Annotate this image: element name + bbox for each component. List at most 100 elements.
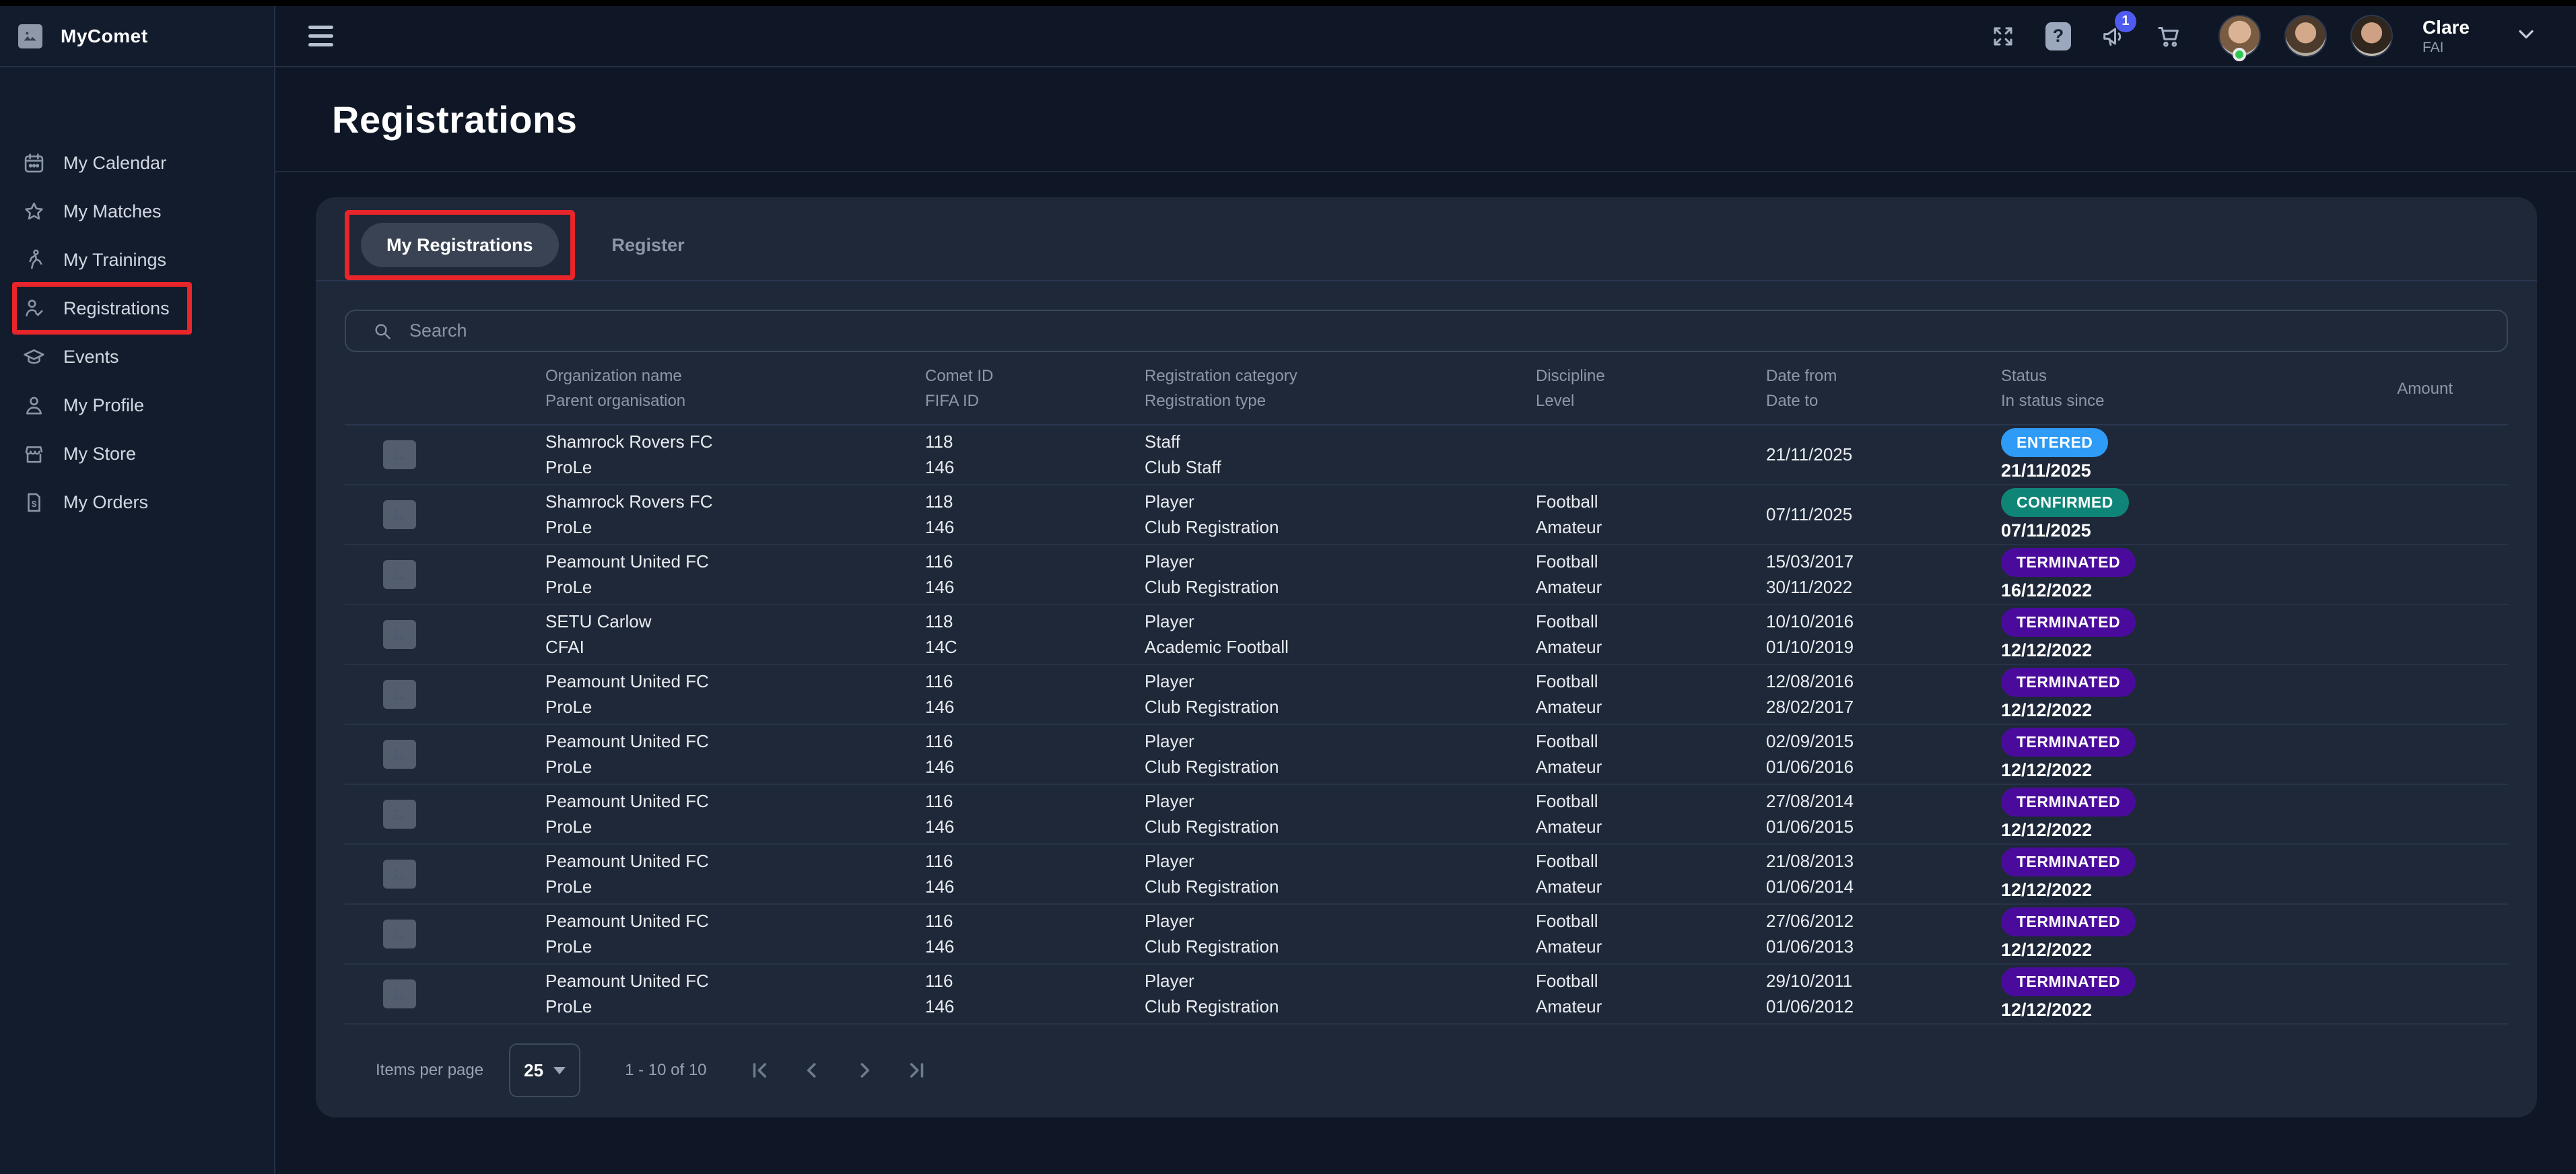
organization-cell: Peamount United FCProLe xyxy=(545,852,925,896)
next-page-button[interactable] xyxy=(852,1058,877,1082)
registrations-card: My Registrations Register Organization xyxy=(316,197,2537,1117)
chevron-down-icon[interactable] xyxy=(2514,22,2538,50)
sidebar-item-label: My Matches xyxy=(63,201,162,222)
comet-id-cell: 116146 xyxy=(925,672,1145,716)
announcements-icon[interactable]: 1 xyxy=(2099,22,2128,51)
table-row[interactable]: Peamount United FCProLe 116146 PlayerClu… xyxy=(345,545,2508,605)
discipline-cell: FootballAmateur xyxy=(1536,492,1766,537)
content: My Registrations Register Organization xyxy=(275,172,2576,1174)
status-cell: TERMINATED 12/12/2022 xyxy=(2001,907,2328,961)
status-cell: TERMINATED 12/12/2022 xyxy=(2001,848,2328,901)
status-badge: CONFIRMED xyxy=(2001,488,2129,517)
first-page-button[interactable] xyxy=(747,1058,772,1082)
items-per-page-label: Items per page xyxy=(376,1061,483,1080)
dates-cell: 27/06/201201/06/2013 xyxy=(1766,911,2001,956)
tab-register[interactable]: Register xyxy=(608,234,689,256)
avatar[interactable] xyxy=(2350,15,2393,57)
status-badge: TERMINATED xyxy=(2001,907,2136,936)
image-placeholder-icon xyxy=(383,680,416,709)
table-row[interactable]: Peamount United FCProLe 116146 PlayerClu… xyxy=(345,725,2508,785)
hamburger-menu-icon[interactable] xyxy=(308,26,333,46)
status-since-date: 07/11/2025 xyxy=(2001,521,2328,541)
status-cell: TERMINATED 12/12/2022 xyxy=(2001,608,2328,661)
sidebar-item-my-trainings[interactable]: My Trainings xyxy=(0,236,274,284)
status-badge: TERMINATED xyxy=(2001,967,2136,996)
registration-category-cell: PlayerClub Registration xyxy=(1145,911,1536,956)
status-since-date: 12/12/2022 xyxy=(2001,701,2328,721)
sidebar-item-my-calendar[interactable]: My Calendar xyxy=(0,139,274,187)
registration-category-cell: PlayerClub Registration xyxy=(1145,971,1536,1016)
avatar[interactable] xyxy=(2284,15,2327,57)
sidebar-header: MyComet xyxy=(0,6,274,67)
sidebar-item-events[interactable]: Events xyxy=(0,333,274,381)
status-since-date: 12/12/2022 xyxy=(2001,880,2328,901)
org-logo-cell xyxy=(345,500,545,529)
status-since-date: 12/12/2022 xyxy=(2001,940,2328,961)
user-info[interactable]: Clare FAI xyxy=(2422,16,2470,56)
registration-category-cell: StaffClub Staff xyxy=(1145,432,1536,477)
cart-icon[interactable] xyxy=(2154,22,2183,51)
status-cell: TERMINATED 12/12/2022 xyxy=(2001,728,2328,781)
table-row[interactable]: Peamount United FCProLe 116146 PlayerClu… xyxy=(345,905,2508,965)
app-logo-image-icon xyxy=(18,24,42,48)
table-row[interactable]: Shamrock Rovers FCProLe 118146 PlayerClu… xyxy=(345,485,2508,545)
status-cell: CONFIRMED 07/11/2025 xyxy=(2001,488,2328,541)
registration-category-cell: PlayerAcademic Football xyxy=(1145,612,1536,656)
table-row[interactable]: Peamount United FCProLe 116146 PlayerClu… xyxy=(345,665,2508,725)
status-since-date: 21/11/2025 xyxy=(2001,461,2328,481)
user-name: Clare xyxy=(2422,16,2470,39)
sidebar-item-registrations[interactable]: Registrations xyxy=(12,282,192,335)
column-status: StatusIn status since xyxy=(2001,367,2328,411)
status-since-date: 12/12/2022 xyxy=(2001,821,2328,841)
comet-id-cell: 116146 xyxy=(925,911,1145,956)
sidebar-item-my-profile[interactable]: My Profile xyxy=(0,381,274,429)
tab-bar: My Registrations Register xyxy=(345,210,2508,280)
fullscreen-icon[interactable] xyxy=(1988,22,2018,51)
org-logo-cell xyxy=(345,979,545,1008)
search-input[interactable] xyxy=(408,320,2486,342)
caret-down-icon xyxy=(553,1067,566,1074)
app-root: MyComet My Calendar My Matches My Traini… xyxy=(0,0,2576,1174)
previous-page-button[interactable] xyxy=(800,1058,824,1082)
org-logo-cell xyxy=(345,680,545,709)
help-icon[interactable]: ? xyxy=(2043,22,2073,51)
sidebar-item-label: My Profile xyxy=(63,395,144,416)
star-icon xyxy=(22,200,46,223)
comet-id-cell: 116146 xyxy=(925,852,1145,896)
divider xyxy=(316,280,2537,281)
page-range-label: 1 - 10 of 10 xyxy=(625,1061,706,1080)
tab-my-registrations[interactable]: My Registrations xyxy=(361,223,559,267)
sidebar-item-label: My Trainings xyxy=(63,250,166,271)
sidebar-item-label: My Orders xyxy=(63,492,148,513)
status-since-date: 12/12/2022 xyxy=(2001,1000,2328,1021)
search-bar xyxy=(345,310,2508,352)
table-row[interactable]: Peamount United FCProLe 116146 PlayerClu… xyxy=(345,845,2508,905)
table-row[interactable]: Peamount United FCProLe 116146 PlayerClu… xyxy=(345,785,2508,845)
sidebar-item-my-orders[interactable]: $ My Orders xyxy=(0,478,274,526)
organization-cell: Peamount United FCProLe xyxy=(545,552,925,596)
discipline-cell: FootballAmateur xyxy=(1536,792,1766,836)
question-mark: ? xyxy=(2045,22,2071,50)
status-cell: TERMINATED 12/12/2022 xyxy=(2001,668,2328,721)
dates-cell: 12/08/201628/02/2017 xyxy=(1766,672,2001,716)
organization-cell: Peamount United FCProLe xyxy=(545,971,925,1016)
dates-cell: 07/11/2025 xyxy=(1766,505,2001,524)
organization-cell: SETU CarlowCFAI xyxy=(545,612,925,656)
avatar[interactable] xyxy=(2218,15,2261,57)
sidebar-item-label: Events xyxy=(63,347,119,368)
sidebar-item-my-store[interactable]: My Store xyxy=(0,429,274,478)
sidebar-item-my-matches[interactable]: My Matches xyxy=(0,187,274,236)
column-dates: Date fromDate to xyxy=(1766,367,2001,411)
last-page-button[interactable] xyxy=(905,1058,929,1082)
calendar-icon xyxy=(22,151,46,175)
table-header: Organization nameParent organisation Com… xyxy=(345,352,2508,425)
table-row[interactable]: Shamrock Rovers FCProLe 118146 StaffClub… xyxy=(345,425,2508,485)
table-row[interactable]: SETU CarlowCFAI 11814C PlayerAcademic Fo… xyxy=(345,605,2508,665)
items-per-page-select[interactable]: 25 xyxy=(509,1043,580,1097)
table-row[interactable]: Peamount United FCProLe 116146 PlayerClu… xyxy=(345,965,2508,1025)
organization-cell: Peamount United FCProLe xyxy=(545,911,925,956)
sidebar-item-label: Registrations xyxy=(63,298,170,319)
discipline-cell: FootballAmateur xyxy=(1536,732,1766,776)
org-logo-cell xyxy=(345,620,545,649)
sidebar-item-label: My Store xyxy=(63,444,136,464)
